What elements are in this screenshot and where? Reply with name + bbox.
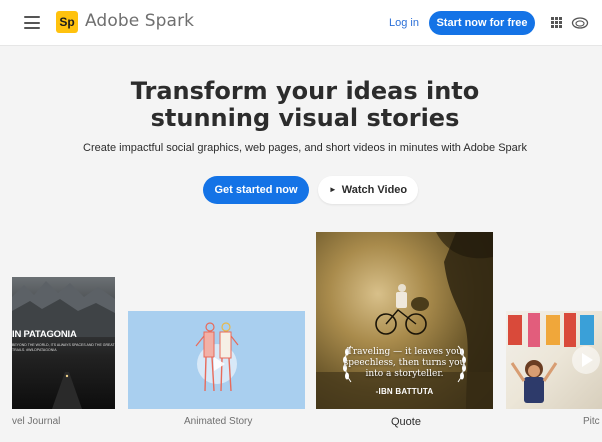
mountain-image [12,281,115,337]
quote-author: -IBN BATTUTA [375,387,434,396]
card-label-travel-journal[interactable]: vel Journal [12,416,60,427]
card-travel-journal[interactable]: IN PATAGONIA BEYOND THE WORLD, ITS ALWAY… [12,277,115,409]
watch-video-button[interactable]: ► Watch Video [318,176,418,204]
top-nav: Sp Adobe Spark Log in Start now for free [0,0,602,46]
get-started-button[interactable]: Get started now [203,176,309,204]
spark-logo[interactable]: Sp [56,11,78,33]
card-label-quote[interactable]: Quote [391,416,421,428]
card-quote[interactable]: Traveling — it leaves you speechless, th… [316,232,493,409]
card-label-pitch[interactable]: Pitc [583,416,600,427]
animated-story-illustration [195,322,239,392]
page-title: Transform your ideas into stunning visua… [130,77,480,132]
hamburger-menu-icon[interactable] [24,16,40,29]
road-image [52,372,82,409]
brand-name[interactable]: Adobe Spark [85,11,194,31]
quote-text: Traveling — it leaves you speechless, th… [343,347,466,379]
card-pitch[interactable] [506,311,602,409]
page-subtitle: Create impactful social graphics, web pa… [83,142,527,154]
pitch-photo [508,313,600,403]
watch-video-label: Watch Video [341,184,408,196]
start-free-button[interactable]: Start now for free [429,11,535,35]
card-label-animated-story[interactable]: Animated Story [184,416,252,427]
app-grid-icon[interactable] [551,17,562,28]
card-animated-story[interactable] [128,311,305,409]
card-subtitle: BEYOND THE WORLD, ITS ALWAYS SPACES AND … [12,343,115,352]
creative-cloud-icon[interactable] [571,14,589,30]
login-link[interactable]: Log in [389,17,419,29]
card-title: IN PATAGONIA [12,329,77,340]
play-icon: ► [328,185,337,194]
